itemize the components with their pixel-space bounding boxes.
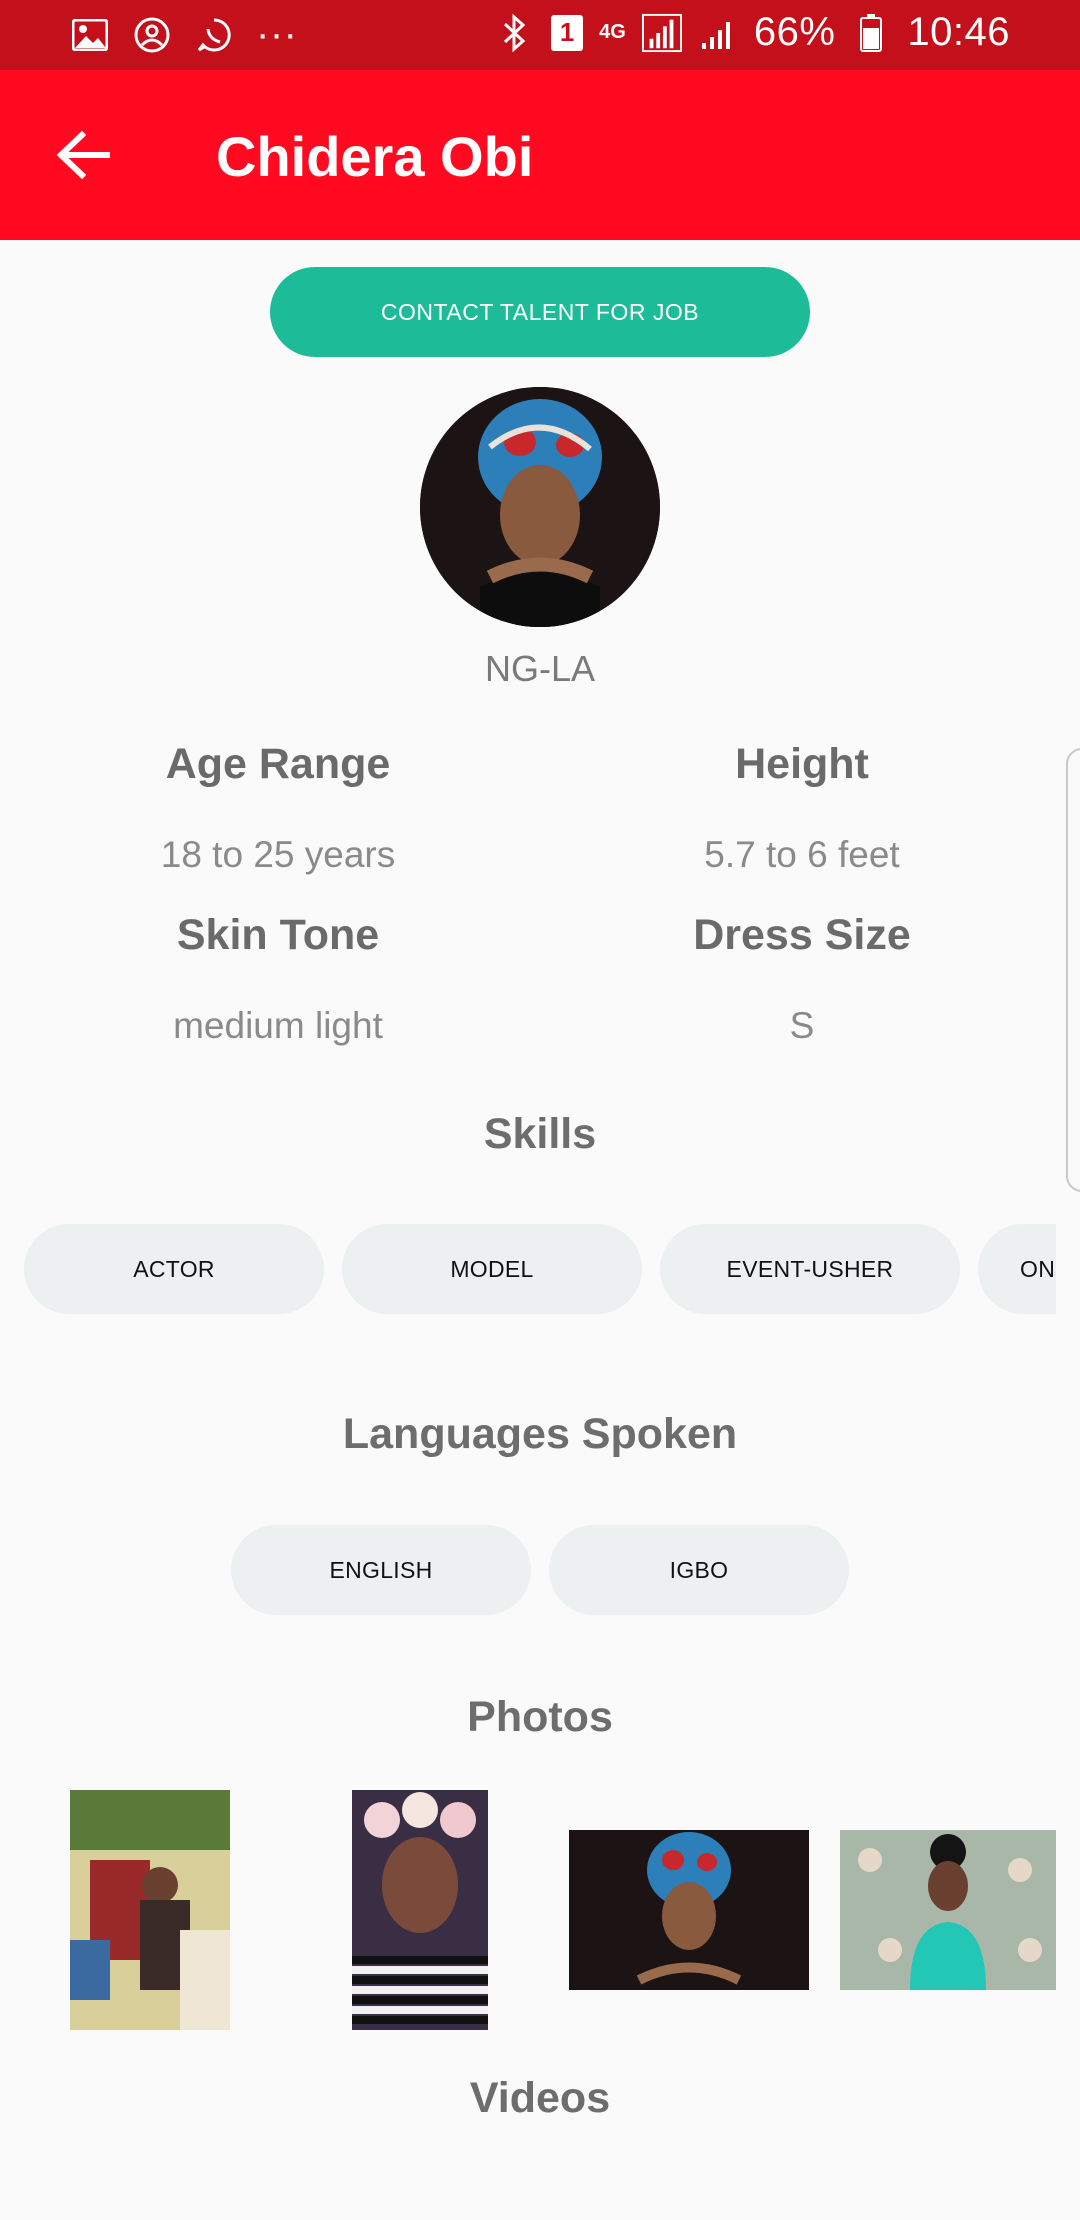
- signal-strength-2-icon: [698, 13, 738, 53]
- network-type-label: 4G: [599, 21, 626, 43]
- notification-icons: ···: [70, 12, 297, 57]
- dress-size-label: Dress Size: [693, 911, 911, 959]
- page-title: Chidera Obi: [216, 125, 534, 188]
- bluetooth-icon: [495, 13, 535, 53]
- photo-thumbnail[interactable]: [569, 1830, 809, 1990]
- skill-chip[interactable]: ON-: [978, 1224, 1056, 1314]
- status-bar: ··· 1 4G 66% 10:46: [0, 0, 1080, 70]
- signal-strength-icon: [641, 13, 682, 53]
- age-range-label: Age Range: [165, 740, 391, 788]
- photo-thumbnail[interactable]: [352, 1790, 488, 2030]
- language-chip[interactable]: IGBO: [549, 1525, 849, 1615]
- profile-avatar[interactable]: [420, 387, 660, 627]
- skill-chip[interactable]: EVENT-USHER: [660, 1224, 960, 1314]
- height-value: 5.7 to 6 feet: [704, 834, 900, 875]
- profile-location: NG-LA: [484, 648, 596, 689]
- battery-percentage: 66%: [753, 10, 836, 54]
- dress-size-value: S: [789, 1005, 815, 1046]
- skin-tone-label: Skin Tone: [176, 911, 380, 959]
- photos-title: Photos: [467, 1693, 613, 1741]
- account-circle-icon: [132, 15, 172, 55]
- languages-title: Languages Spoken: [342, 1410, 738, 1458]
- more-notifications-icon: ···: [256, 12, 298, 56]
- system-icons: 1 4G 66% 10:46: [495, 10, 1010, 55]
- age-range-value: 18 to 25 years: [160, 834, 396, 875]
- skill-chip[interactable]: ACTOR: [24, 1224, 324, 1314]
- sim-badge: 1: [551, 14, 584, 51]
- whatsapp-icon: [194, 15, 234, 55]
- language-chip[interactable]: ENGLISH: [231, 1525, 531, 1615]
- photo-thumbnail[interactable]: [840, 1830, 1056, 1990]
- height-label: Height: [735, 740, 869, 788]
- clock: 10:46: [907, 10, 1010, 54]
- battery-icon: [851, 13, 891, 53]
- app-bar: Chidera Obi: [0, 70, 1080, 240]
- gallery-icon: [70, 15, 110, 55]
- contact-talent-button[interactable]: CONTACT TALENT FOR JOB: [270, 267, 810, 357]
- videos-title: Videos: [469, 2074, 611, 2122]
- photo-thumbnail[interactable]: [70, 1790, 230, 2030]
- skill-chip[interactable]: MODEL: [342, 1224, 642, 1314]
- skin-tone-value: medium light: [173, 1005, 383, 1046]
- skills-chip-list[interactable]: ACTOR MODEL EVENT-USHER ON-: [0, 1220, 1056, 1320]
- back-arrow-icon[interactable]: [50, 122, 116, 188]
- skills-title: Skills: [483, 1110, 597, 1158]
